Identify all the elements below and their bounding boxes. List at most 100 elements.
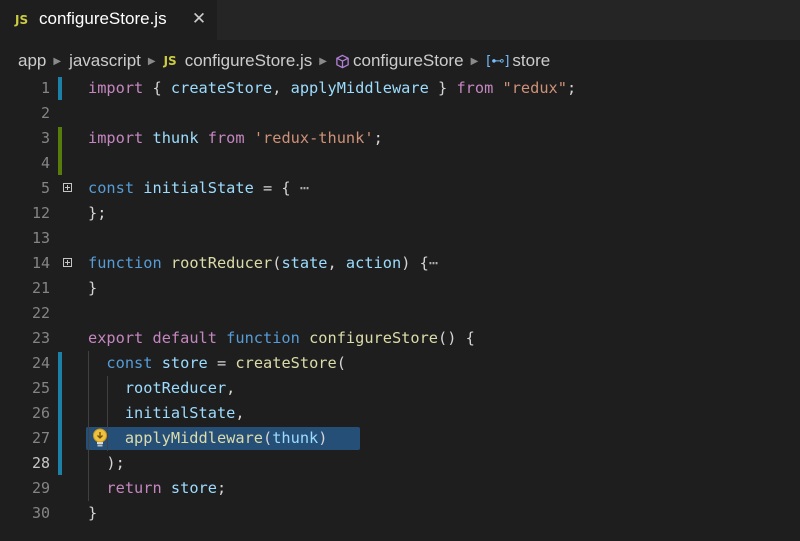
line-number: 26	[31, 404, 50, 422]
line-number: 22	[31, 304, 50, 322]
code-token: {	[143, 79, 171, 97]
code-text: import thunk from 'redux-thunk';	[88, 126, 383, 151]
code-token: ;	[373, 129, 383, 147]
code-token: from	[456, 79, 494, 97]
code-token: ) {	[401, 254, 429, 272]
code-line[interactable]: 1 import { createStore, applyMiddleware }…	[0, 76, 800, 101]
code-token: "redux"	[502, 79, 567, 97]
code-text: initialState,	[88, 401, 245, 426]
breadcrumb-item-function[interactable]: configureStore	[353, 51, 464, 71]
code-line[interactable]: 27 applyMiddleware(thunk)	[0, 426, 800, 451]
code-text: );	[88, 451, 125, 476]
code-text: return store;	[88, 476, 226, 501]
fold-expand-icon[interactable]	[63, 258, 72, 267]
code-line[interactable]: 12};	[0, 201, 800, 226]
code-token: import	[88, 129, 144, 147]
line-number: 30	[31, 504, 50, 522]
line-number: 25	[31, 379, 50, 397]
line-number: 27	[31, 429, 50, 447]
tab-title: configureStore.js	[39, 9, 167, 28]
code-line[interactable]: 26 initialState,	[0, 401, 800, 426]
code-token: applyMiddleware	[124, 429, 263, 447]
breadcrumb-item-app[interactable]: app	[18, 51, 46, 71]
code-token: ⋯	[299, 179, 310, 197]
breadcrumb-item-variable[interactable]: store	[512, 51, 550, 71]
indent-guide	[107, 376, 108, 451]
line-number: 28	[31, 454, 50, 472]
code-token: }	[428, 79, 457, 97]
code-line[interactable]: 24 const store = createStore(	[0, 351, 800, 376]
code-line[interactable]: 30}	[0, 501, 800, 526]
close-icon[interactable]: ✕	[189, 8, 209, 30]
indent-guide	[88, 351, 89, 501]
code-text: import { createStore, applyMiddleware } …	[88, 76, 576, 101]
code-token: () {	[438, 329, 475, 347]
chevron-right-icon: ▶	[319, 55, 327, 67]
code-token: return	[106, 479, 162, 497]
code-token: ,	[226, 379, 236, 397]
code-token: applyMiddleware	[290, 79, 429, 97]
code-token: rootReducer	[124, 379, 227, 397]
code-token: ,	[272, 79, 291, 97]
code-token: =	[207, 354, 236, 372]
code-token: function	[88, 254, 162, 272]
code-line[interactable]: 29 return store;	[0, 476, 800, 501]
breadcrumb-item-file[interactable]: configureStore.js	[185, 51, 313, 71]
code-text: const store = createStore(	[88, 351, 346, 376]
chevron-right-icon: ▶	[470, 55, 479, 67]
breadcrumb-item-javascript[interactable]: javascript	[69, 51, 141, 71]
code-text: rootReducer,	[88, 376, 236, 401]
code-line[interactable]: 21}	[0, 276, 800, 301]
code-token: ,	[235, 404, 245, 422]
code-line[interactable]: 5 const initialState = { ⋯	[0, 176, 800, 201]
modified-line-marker[interactable]	[58, 77, 62, 100]
line-number: 14	[31, 254, 50, 272]
line-number: 2	[40, 104, 50, 122]
code-line[interactable]: 23 export default function configureStore…	[0, 326, 800, 351]
code-token: ,	[327, 254, 346, 272]
code-line[interactable]: 14 function rootReducer(state, action) {⋯	[0, 251, 800, 276]
added-line-marker[interactable]	[58, 127, 62, 175]
code-token: );	[88, 454, 125, 472]
chevron-right-icon: ▶	[53, 55, 62, 67]
line-number: 24	[31, 354, 50, 372]
code-line[interactable]: 2	[0, 101, 800, 126]
code-text: const initialState = { ⋯	[88, 176, 309, 201]
code-editor[interactable]: 1 import { createStore, applyMiddleware }…	[0, 76, 800, 541]
code-line[interactable]: 28 );	[0, 451, 800, 476]
line-number: 23	[31, 329, 50, 347]
tab-bar: JS configureStore.js ✕	[0, 0, 800, 40]
code-line[interactable]: 4	[0, 151, 800, 176]
code-line[interactable]: 22	[0, 301, 800, 326]
code-token: function	[226, 329, 300, 347]
code-line[interactable]: 25 rootReducer,	[0, 376, 800, 401]
code-token: (	[336, 354, 346, 372]
code-token: initialState	[124, 404, 236, 422]
code-text: applyMiddleware(thunk)	[88, 426, 328, 451]
code-token: thunk	[152, 129, 199, 147]
code-text: }	[88, 501, 97, 526]
chevron-right-icon: ▶	[147, 55, 156, 67]
code-line[interactable]: 13	[0, 226, 800, 251]
fold-expand-icon[interactable]	[63, 183, 72, 192]
code-token: ;	[566, 79, 577, 97]
tab-configurestore[interactable]: JS configureStore.js ✕	[0, 0, 217, 40]
line-number: 1	[40, 79, 50, 97]
line-number: 29	[31, 479, 50, 497]
line-number: 13	[31, 229, 50, 247]
code-line[interactable]: 3 import thunk from 'redux-thunk';	[0, 126, 800, 151]
field-icon: [⊷]	[486, 53, 510, 69]
js-file-icon: JS	[163, 54, 177, 68]
modified-line-marker[interactable]	[58, 352, 62, 475]
code-token: from	[207, 129, 245, 147]
code-token: ⋯	[428, 254, 439, 272]
code-token: = {	[253, 179, 300, 197]
code-text: function rootReducer(state, action) {⋯	[88, 251, 438, 276]
